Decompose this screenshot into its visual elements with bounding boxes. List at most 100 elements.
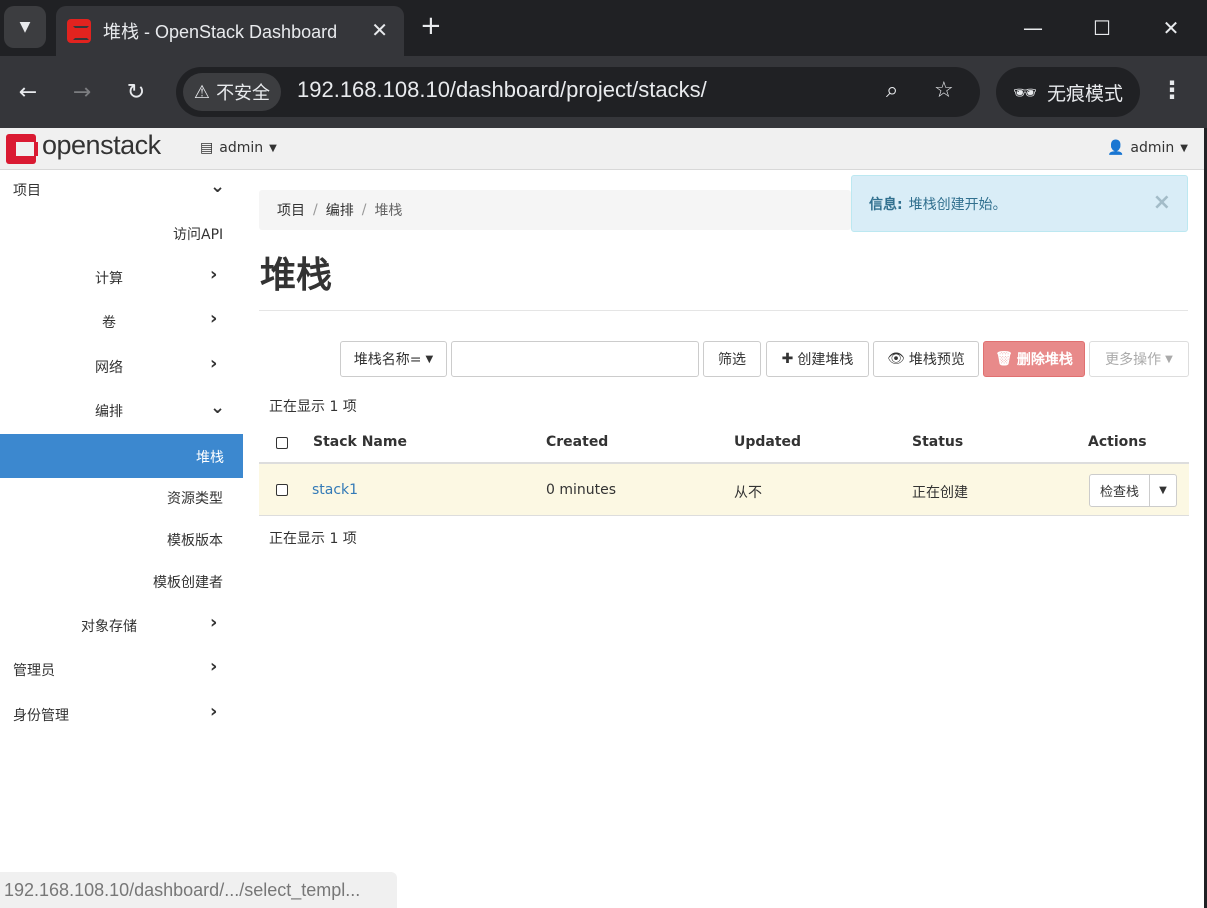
warning-triangle-icon: ⚠ [193,81,211,103]
breadcrumb-item-orchestration[interactable]: 编排 [326,200,354,220]
sidebar-item-compute[interactable]: 计算 › [0,258,243,294]
column-header-status[interactable]: Status [912,434,963,450]
browser-menu-icon[interactable]: ⋮ [1160,76,1184,104]
window-close-icon[interactable]: ✕ [1141,10,1201,46]
bookmark-star-icon[interactable]: ☆ [934,78,954,103]
filter-button[interactable]: 筛选 [703,341,761,377]
sidebar-item-label: 堆栈 [196,450,224,466]
filter-button-label: 筛选 [718,352,746,368]
user-icon: 👤 [1106,140,1125,156]
sidebar-item-orchestration[interactable]: 编排 ⌄ [0,391,243,427]
sidebar-item-stacks[interactable]: 堆栈 [0,434,243,478]
maximize-icon[interactable]: ☐ [1072,10,1132,46]
more-actions-button[interactable]: 更多操作 ▼ [1089,341,1189,377]
title-divider [259,310,1188,311]
stack-updated: 从不 [734,485,762,501]
stack-name-link[interactable]: stack1 [312,482,358,498]
chevron-right-icon: › [210,308,218,329]
column-header-created[interactable]: Created [546,434,608,450]
item-count-bottom: 正在显示 1 项 [269,531,357,547]
back-arrow-icon[interactable]: ← [10,74,46,110]
sidebar-item-label: 访问API [173,227,224,243]
new-tab-icon[interactable]: + [420,12,442,40]
incognito-indicator[interactable]: 🕶 无痕模式 [996,67,1140,117]
tab-close-icon[interactable]: ✕ [371,18,388,42]
project-name: admin [219,140,264,156]
info-alert: 信息: 堆栈创建开始。 × [851,175,1188,232]
user-menu[interactable]: 👤 admin ▼ [1107,140,1188,156]
delete-stacks-button[interactable]: 🗑 删除堆栈 [983,341,1085,377]
server-list-icon: ▤ [200,140,214,156]
row-actions: 检查栈 ▼ [1089,474,1178,507]
incognito-icon: 🕶 [1012,81,1038,104]
sidebar-item-api-access[interactable]: 访问API [0,214,243,250]
sidebar-item-label: 身份管理 [13,708,69,724]
eye-icon: 👁 [887,351,905,367]
row-checkbox[interactable] [276,484,288,496]
openstack-favicon-icon [67,19,91,43]
trash-icon: 🗑 [995,351,1013,367]
caret-down-icon: ▼ [425,353,434,365]
zoom-magnifier-icon[interactable]: ⌕ [886,78,898,103]
create-stack-label: 创建堆栈 [797,352,854,368]
filter-field-label: 堆栈名称= [353,352,422,368]
chevron-right-icon: › [210,612,218,633]
sidebar-item-label: 计算 [95,271,123,287]
openstack-logo-icon[interactable] [6,134,38,164]
alert-title: 信息: [869,196,903,213]
top-navbar: openstack ▤ admin ▼ 👤 admin ▼ [0,128,1204,170]
row-actions-dropdown-icon[interactable]: ▼ [1150,474,1178,507]
chevron-down-icon: ⌄ [210,176,226,197]
column-header-actions: Actions [1088,434,1147,450]
security-indicator[interactable]: ⚠ 不安全 [183,73,281,111]
sidebar-item-object-storage[interactable]: 对象存储 › [0,606,243,642]
sidebar-item-project[interactable]: 项目 ⌄ [0,170,243,206]
url-text[interactable]: 192.168.108.10/dashboard/project/stacks/ [297,77,707,103]
breadcrumb-separator: / [361,202,367,218]
forward-arrow-icon[interactable]: → [64,74,100,110]
preview-stack-label: 堆栈预览 [908,352,965,368]
sidebar-item-volumes[interactable]: 卷 › [0,302,243,338]
preview-stack-button[interactable]: 👁 堆栈预览 [873,341,979,377]
caret-down-icon: ▼ [269,142,277,154]
breadcrumb-item-stacks: 堆栈 [374,203,403,219]
reload-icon[interactable]: ↻ [118,74,154,110]
browser-tab-bar: ▼ 堆栈 - OpenStack Dashboard ✕ + — ☐ ✕ [0,0,1207,56]
caret-down-icon: ▼ [1180,142,1188,154]
stack-created: 0 minutes [546,482,617,498]
check-stack-button[interactable]: 检查栈 [1089,474,1151,507]
column-header-stack-name[interactable]: Stack Name [313,434,407,450]
tab-title: 堆栈 - OpenStack Dashboard [103,22,338,42]
chevron-right-icon: › [210,264,218,285]
sidebar-item-label: 编排 [95,404,123,420]
create-stack-button[interactable]: ✚ 创建堆栈 [766,341,869,377]
sidebar-item-identity[interactable]: 身份管理 › [0,695,243,731]
sidebar-item-admin[interactable]: 管理员 › [0,650,243,686]
alert-message: 堆栈创建开始。 [908,196,1007,213]
sidebar-item-resource-types[interactable]: 资源类型 [0,478,243,514]
security-label: 不安全 [216,83,271,104]
sidebar-item-label: 项目 [13,183,41,199]
minimize-icon[interactable]: — [1003,10,1063,46]
browser-tab[interactable]: 堆栈 - OpenStack Dashboard ✕ [56,6,404,56]
breadcrumb-separator: / [313,202,318,218]
plus-icon: ✚ [781,351,794,367]
item-count-top: 正在显示 1 项 [269,399,357,415]
sidebar-item-label: 对象存储 [81,619,137,635]
alert-close-icon[interactable]: × [1153,190,1171,215]
project-selector[interactable]: ▤ admin ▼ [200,140,277,156]
sidebar-item-template-generator[interactable]: 模板创建者 [0,562,243,598]
page-title: 堆栈 [260,255,333,296]
chevron-right-icon: › [210,353,218,374]
openstack-logo-text[interactable]: openstack [42,130,161,161]
tab-search-chevron-icon[interactable]: ▼ [4,6,46,48]
chevron-right-icon: › [210,701,218,722]
select-all-checkbox[interactable] [276,437,288,449]
incognito-label: 无痕模式 [1047,82,1124,105]
sidebar-item-template-versions[interactable]: 模板版本 [0,520,243,556]
sidebar-item-network[interactable]: 网络 › [0,347,243,383]
column-header-updated[interactable]: Updated [734,434,801,450]
filter-field-dropdown[interactable]: 堆栈名称= ▼ [340,341,447,377]
breadcrumb-item-project[interactable]: 项目 [277,200,305,220]
filter-input[interactable] [451,341,699,377]
